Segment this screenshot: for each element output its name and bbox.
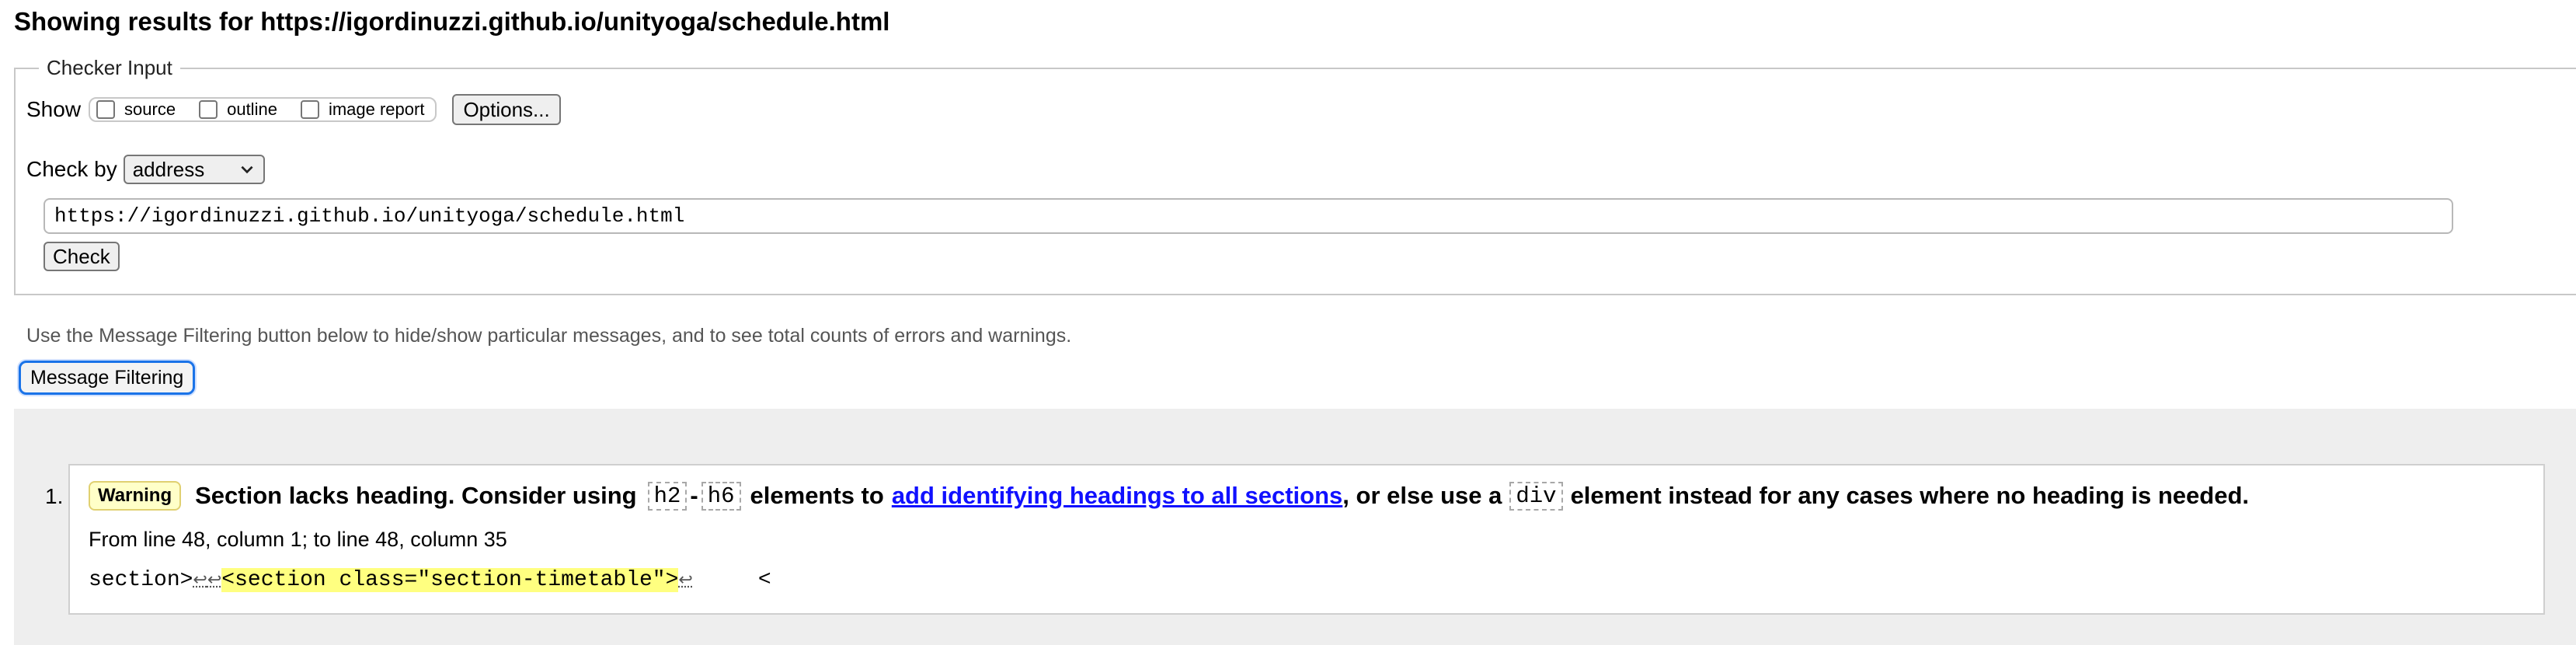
options-button[interactable]: Options...: [452, 94, 561, 125]
extract-after: <: [692, 568, 771, 592]
dash: -: [690, 482, 698, 509]
headings-link[interactable]: add identifying headings to all sections: [892, 482, 1342, 510]
extract-highlight: <section class="section-timetable">: [221, 568, 679, 592]
code-h6: h6: [701, 481, 741, 511]
check-by-select[interactable]: address: [123, 155, 265, 184]
chevron-down-icon: [241, 166, 253, 174]
message-text-before: Section lacks heading. Consider using: [195, 482, 637, 509]
extract-before: section>: [89, 568, 193, 592]
image-report-checkbox-label[interactable]: image report: [329, 99, 425, 120]
outline-checkbox-label[interactable]: outline: [227, 99, 277, 120]
check-row: Check: [44, 242, 120, 271]
check-by-value: address: [132, 157, 205, 181]
code-extract: section> ↩ ↩ <section class="section-timeta…: [89, 568, 771, 592]
url-input[interactable]: https://igordinuzzi.github.io/unityoga/s…: [44, 198, 2453, 234]
outline-checkbox[interactable]: [199, 100, 218, 119]
message-text-end: element instead for any cases where no h…: [1570, 482, 2250, 509]
message-text-after-link: , or else use a: [1342, 482, 1502, 509]
message-item: Warning Section lacks heading. Consider …: [68, 464, 2545, 615]
check-by-label: Check by: [26, 157, 117, 181]
message-location: From line 48, column 1; to line 48, colu…: [89, 528, 507, 551]
checker-input-fieldset: Checker Input Show source outline image …: [14, 56, 2576, 295]
show-options-group: source outline image report: [89, 97, 437, 122]
source-checkbox-label[interactable]: source: [124, 99, 176, 120]
line-feed-icon: ↩: [193, 570, 207, 591]
check-by-row: Check by address: [26, 155, 265, 184]
code-h2: h2: [647, 481, 688, 511]
code-div: div: [1509, 481, 1563, 511]
message-text-mid: elements to: [750, 482, 884, 509]
filter-hint: Use the Message Filtering button below t…: [26, 325, 1072, 347]
message-number: 1.: [45, 484, 64, 508]
message-line: Warning Section lacks heading. Consider …: [89, 481, 2249, 511]
checker-input-legend: Checker Input: [47, 56, 172, 79]
validator-page: Showing results for https://igordinuzzi.…: [0, 0, 2576, 645]
line-feed-icon: ↩: [678, 570, 693, 591]
line-feed-icon: ↩: [207, 570, 222, 591]
warning-badge: Warning: [89, 481, 182, 511]
message-filtering-button[interactable]: Message Filtering: [19, 361, 196, 395]
show-row: Show source outline image report Options…: [26, 94, 561, 125]
results-title: Showing results for https://igordinuzzi.…: [14, 7, 890, 36]
show-label: Show: [26, 97, 82, 121]
source-checkbox[interactable]: [96, 100, 116, 119]
check-button[interactable]: Check: [44, 242, 120, 271]
image-report-checkbox[interactable]: [300, 100, 319, 119]
